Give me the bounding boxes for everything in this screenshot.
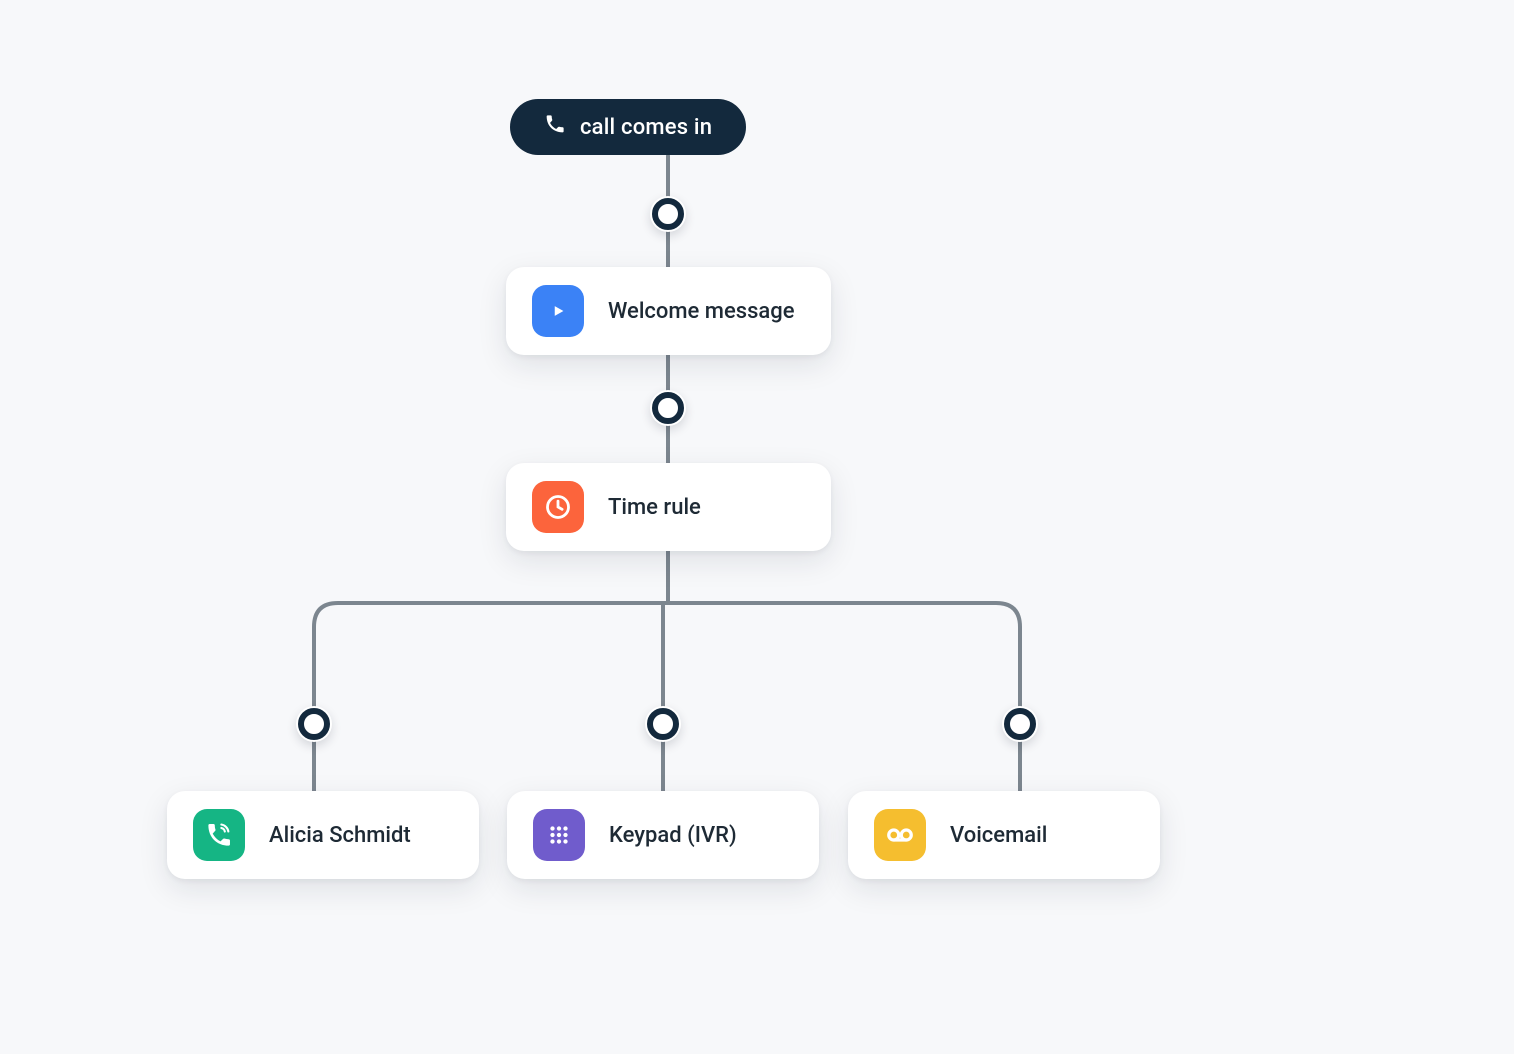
add-step-connector[interactable] [296, 706, 332, 742]
add-step-connector[interactable] [1002, 706, 1038, 742]
call-flow-diagram: call comes in Welcome message Time rule … [0, 0, 1514, 1054]
flow-node-welcome-message[interactable]: Welcome message [506, 267, 831, 355]
flow-root-label: call comes in [580, 115, 712, 140]
flow-node-label: Keypad (IVR) [609, 823, 737, 848]
flow-node-voicemail[interactable]: Voicemail [848, 791, 1160, 879]
call-agent-icon [193, 809, 245, 861]
clock-icon [532, 481, 584, 533]
voicemail-icon [874, 809, 926, 861]
flow-node-label: Alicia Schmidt [269, 823, 411, 848]
add-step-connector[interactable] [650, 390, 686, 426]
flow-node-label: Time rule [608, 495, 701, 520]
flow-root-node[interactable]: call comes in [510, 99, 746, 155]
flow-node-label: Voicemail [950, 823, 1047, 848]
flow-node-time-rule[interactable]: Time rule [506, 463, 831, 551]
add-step-connector[interactable] [650, 196, 686, 232]
play-icon [532, 285, 584, 337]
flow-node-agent[interactable]: Alicia Schmidt [167, 791, 479, 879]
flow-node-ivr[interactable]: Keypad (IVR) [507, 791, 819, 879]
flow-node-label: Welcome message [608, 299, 795, 324]
add-step-connector[interactable] [645, 706, 681, 742]
keypad-icon [533, 809, 585, 861]
phone-icon [544, 113, 566, 141]
